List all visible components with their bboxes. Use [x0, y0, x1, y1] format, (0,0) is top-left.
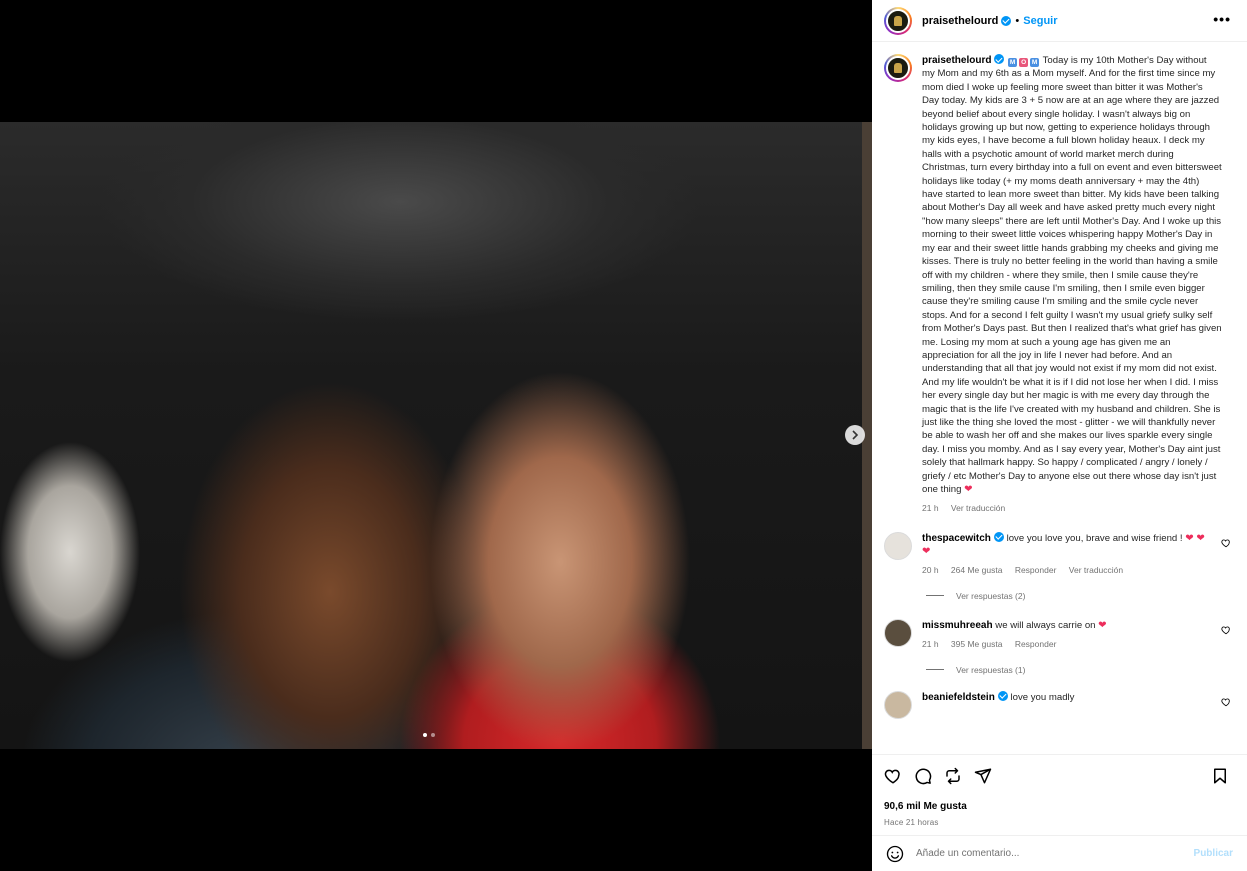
more-options-icon[interactable]: ••• [1213, 12, 1231, 26]
emoji-m-icon: M [1030, 58, 1040, 67]
post-username[interactable]: praisethelourd [922, 15, 998, 27]
avatar[interactable] [884, 6, 912, 35]
caption-age: 21 h [922, 503, 939, 514]
carousel-dots [423, 733, 435, 737]
repost-icon[interactable] [944, 767, 962, 785]
comment-age: 21 h [922, 638, 939, 649]
heart-outline-icon[interactable] [1221, 625, 1231, 635]
comment-input[interactable]: Añade un comentario... [916, 848, 1194, 859]
carousel-dot [431, 733, 435, 737]
comment-avatar[interactable] [884, 618, 912, 647]
heart-outline-icon[interactable] [1221, 697, 1231, 707]
comment-item: missmuhreeah we will always carrie on ❤ … [884, 618, 1233, 651]
caption-avatar[interactable] [884, 54, 912, 82]
post-photo[interactable] [0, 122, 862, 749]
reply-button[interactable]: Responder [1015, 639, 1057, 649]
verified-badge-icon [994, 54, 1005, 64]
carousel-dot-active [423, 733, 427, 737]
comment-composer: Añade un comentario... Publicar [872, 835, 1247, 871]
translate-link[interactable]: Ver traducción [1069, 565, 1123, 575]
follow-button[interactable]: Seguir [1023, 15, 1057, 27]
emoji-o-icon: O [1019, 58, 1029, 67]
heart-emoji-icon: ❤ [1098, 619, 1107, 631]
comment-avatar[interactable] [884, 690, 912, 719]
publish-button[interactable]: Publicar [1194, 848, 1233, 859]
like-count[interactable]: 90,6 mil Me gusta [884, 801, 1235, 812]
carousel-next-button[interactable] [845, 425, 865, 445]
media-viewer [0, 0, 872, 871]
post-header: praisethelourd • Seguir ••• [872, 0, 1247, 42]
comments-list[interactable]: praisethelourd MOM Today is my 10th Moth… [872, 42, 1247, 754]
comment-item: thespacewitch love you love you, brave a… [884, 531, 1233, 577]
comment-username[interactable]: thespacewitch [922, 533, 991, 544]
verified-badge-icon [997, 690, 1008, 701]
emoji-m-icon: M [1008, 58, 1018, 67]
comment-avatar[interactable] [884, 531, 912, 560]
view-replies-button[interactable]: Ver respuestas (2) [926, 591, 1233, 601]
view-replies-label: Ver respuestas (1) [956, 664, 1026, 675]
share-send-icon[interactable] [974, 767, 992, 785]
caption-text: Today is my 10th Mother's Day without my… [922, 55, 1222, 495]
view-replies-button[interactable]: Ver respuestas (1) [926, 665, 1233, 675]
emoji-smiley-icon[interactable] [886, 845, 904, 863]
verified-badge-icon [1001, 15, 1012, 26]
comment-likes[interactable]: 395 Me gusta [951, 639, 1003, 649]
heart-emoji-icon: ❤ [964, 484, 973, 495]
comment-bubble-icon[interactable] [914, 767, 932, 785]
chevron-right-icon [852, 430, 859, 440]
comment-username[interactable]: missmuhreeah [922, 620, 993, 631]
comment-age: 20 h [922, 564, 939, 575]
comment-username[interactable]: beaniefeldstein [922, 692, 995, 703]
like-heart-icon[interactable] [884, 767, 902, 785]
comment-text: we will always carrie on [995, 619, 1099, 631]
verified-badge-icon [993, 531, 1004, 542]
comment-text: love you madly [1010, 691, 1075, 703]
heart-outline-icon[interactable] [1221, 538, 1231, 548]
view-replies-label: Ver respuestas (2) [956, 590, 1026, 601]
separator: • [1015, 14, 1020, 27]
reply-button[interactable]: Responder [1015, 565, 1057, 575]
caption-username[interactable]: praisethelourd [922, 55, 991, 66]
post-caption: praisethelourd MOM Today is my 10th Moth… [884, 54, 1233, 516]
comment-text: love you love you, brave and wise friend… [1006, 532, 1186, 544]
comment-item: beaniefeldstein love you madly [884, 690, 1233, 719]
post-side-panel: praisethelourd • Seguir ••• praisethelou… [872, 0, 1247, 871]
post-timestamp[interactable]: Hace 21 horas [884, 818, 1235, 827]
save-bookmark-icon[interactable] [1211, 767, 1229, 785]
translate-link[interactable]: Ver traducción [951, 503, 1005, 513]
post-actions: 90,6 mil Me gusta Hace 21 horas [872, 754, 1247, 827]
comment-likes[interactable]: 264 Me gusta [951, 565, 1003, 575]
